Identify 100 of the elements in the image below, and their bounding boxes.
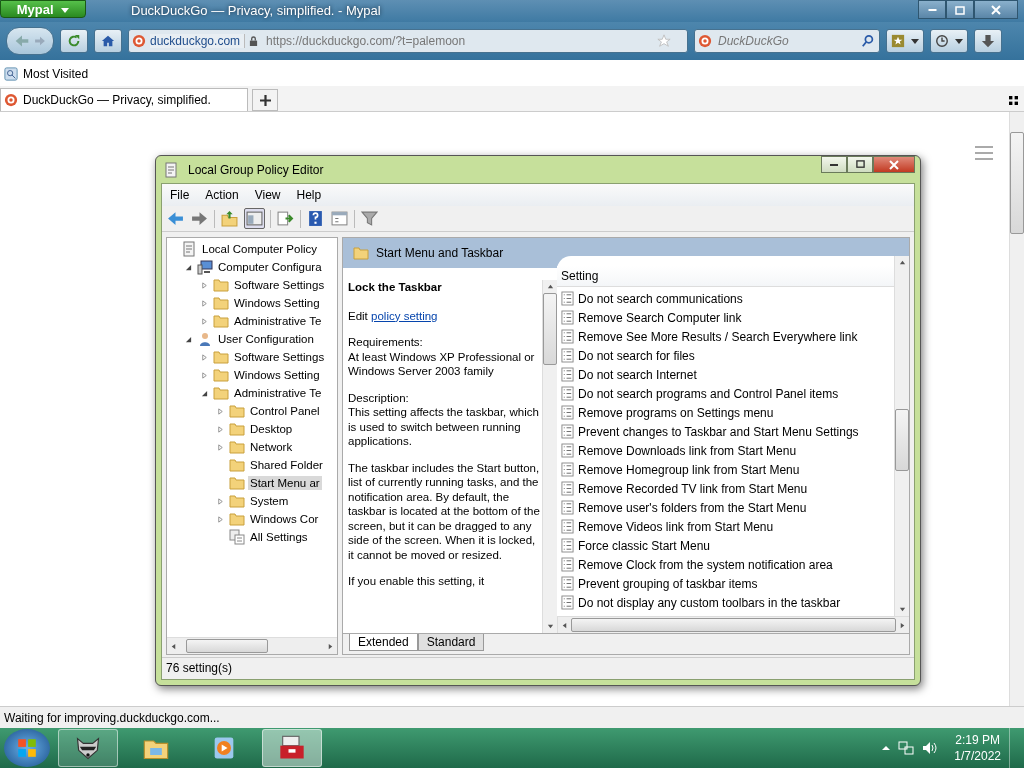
expand-arrow-icon[interactable]: [217, 425, 224, 433]
expand-arrow-icon[interactable]: [201, 299, 208, 307]
menu-item[interactable]: Action: [205, 188, 239, 202]
tree-item[interactable]: Local Computer Policy: [200, 242, 320, 256]
scroll-right-arrow-icon[interactable]: [899, 621, 906, 629]
tree-item[interactable]: Administrative Te: [232, 386, 324, 400]
history-button[interactable]: [930, 29, 968, 53]
expand-arrow-icon[interactable]: [217, 515, 224, 523]
setting-item[interactable]: Prevent changes to Taskbar and Start Menu Settings: [578, 424, 859, 439]
setting-item[interactable]: Remove programs on Settings menu: [578, 405, 774, 420]
bookmark-folder[interactable]: Most Visited: [4, 67, 89, 81]
page-scrollbar[interactable]: [1009, 112, 1024, 706]
menu-icon[interactable]: [975, 146, 993, 160]
scroll-right-arrow-icon[interactable]: [327, 642, 334, 650]
setting-item[interactable]: Do not search communications: [578, 291, 743, 306]
setting-item[interactable]: Do not display any custom toolbars in the taskbar: [578, 595, 841, 610]
tree-item[interactable]: Computer Configura: [216, 260, 324, 274]
tree-item[interactable]: Control Panel: [248, 404, 322, 418]
scroll-left-arrow-icon[interactable]: [561, 621, 568, 629]
grid-icon[interactable]: [1009, 96, 1018, 105]
tree-item[interactable]: Windows Cor: [248, 512, 321, 526]
new-tab-button[interactable]: [252, 89, 278, 111]
tree-item[interactable]: Start Menu ar: [248, 476, 322, 490]
policy-setting-link[interactable]: policy setting: [371, 309, 438, 322]
download-button[interactable]: [974, 29, 1002, 53]
scroll-down-arrow-icon[interactable]: [898, 606, 906, 613]
collapse-arrow-icon[interactable]: [185, 263, 192, 271]
setting-item[interactable]: Remove Search Computer link: [578, 310, 742, 325]
network-icon[interactable]: [898, 740, 915, 756]
expand-arrow-icon[interactable]: [201, 371, 208, 379]
expand-arrow-icon[interactable]: [217, 497, 224, 505]
start-button[interactable]: [4, 729, 50, 767]
tree-item[interactable]: Desktop: [248, 422, 295, 436]
search-icon[interactable]: [861, 34, 875, 48]
column-header[interactable]: Setting: [557, 266, 894, 287]
maximize-button[interactable]: [847, 156, 873, 173]
scroll-down-arrow-icon[interactable]: [546, 623, 554, 630]
search-bar[interactable]: DuckDuckGo: [694, 29, 880, 53]
setting-item[interactable]: Do not search programs and Control Panel items: [578, 386, 839, 401]
home-button[interactable]: [94, 29, 122, 53]
view-tab[interactable]: Extended: [349, 634, 418, 651]
tree-item[interactable]: Shared Folder: [248, 458, 325, 472]
menu-item[interactable]: Help: [296, 188, 322, 202]
expand-arrow-icon[interactable]: [201, 317, 208, 325]
minimize-button[interactable]: [821, 156, 847, 173]
tree-item[interactable]: Software Settings: [232, 350, 327, 364]
scroll-left-arrow-icon[interactable]: [170, 642, 177, 650]
folder-up-icon[interactable]: [220, 209, 239, 228]
tree-item[interactable]: Software Settings: [232, 278, 327, 292]
setting-item[interactable]: Remove See More Results / Search Everywhere link: [578, 329, 858, 344]
horizontal-scrollbar[interactable]: [557, 616, 909, 633]
reload-button[interactable]: [60, 29, 88, 53]
horizontal-scrollbar[interactable]: [167, 637, 337, 654]
help-icon[interactable]: [306, 209, 325, 228]
tree-item[interactable]: System: [248, 494, 291, 508]
menu-item[interactable]: View: [254, 188, 281, 202]
url-text[interactable]: https://duckduckgo.com/?t=palemoon: [266, 34, 653, 48]
properties-icon[interactable]: [330, 209, 349, 228]
scroll-up-arrow-icon[interactable]: [898, 259, 906, 266]
search-field[interactable]: DuckDuckGo: [716, 33, 857, 49]
setting-item[interactable]: Force classic Start Menu: [578, 538, 711, 553]
setting-item[interactable]: Do not search Internet: [578, 367, 697, 382]
setting-item[interactable]: Remove Recorded TV link from Start Menu: [578, 481, 808, 496]
bookmark-label[interactable]: Most Visited: [23, 67, 89, 81]
tree-item[interactable]: User Configuration: [216, 332, 316, 346]
minimize-button[interactable]: [918, 0, 946, 19]
vertical-scrollbar[interactable]: [542, 280, 557, 633]
back-arrow-icon[interactable]: [166, 209, 185, 228]
site-identity[interactable]: duckduckgo.com: [150, 34, 246, 48]
expand-arrow-icon[interactable]: [201, 281, 208, 289]
volume-icon[interactable]: [922, 740, 939, 756]
expand-arrow-icon[interactable]: [217, 407, 224, 415]
tree-item[interactable]: Network: [248, 440, 295, 454]
vertical-scrollbar[interactable]: [894, 256, 909, 616]
taskbar-app-button[interactable]: [262, 729, 322, 767]
tree-item[interactable]: All Settings: [248, 530, 310, 544]
tree-item[interactable]: Windows Setting: [232, 296, 322, 310]
close-button[interactable]: [873, 156, 915, 173]
taskbar-app-button[interactable]: [58, 729, 118, 767]
view-tab[interactable]: Standard: [417, 634, 485, 651]
tree-item[interactable]: Administrative Te: [232, 314, 324, 328]
expand-arrow-icon[interactable]: [201, 353, 208, 361]
maximize-button[interactable]: [946, 0, 974, 19]
clock[interactable]: 2:19 PM 1/7/2022: [954, 732, 1001, 764]
console-tree-icon[interactable]: [244, 208, 265, 229]
close-button[interactable]: [974, 0, 1018, 19]
scroll-thumb[interactable]: [895, 409, 909, 471]
scroll-up-arrow-icon[interactable]: [546, 283, 554, 290]
star-icon[interactable]: [657, 34, 671, 48]
scroll-thumb[interactable]: [543, 293, 557, 365]
bookmarks-button[interactable]: [886, 29, 924, 53]
filter-icon[interactable]: [360, 209, 379, 228]
browser-tab[interactable]: DuckDuckGo — Privacy, simplified.: [0, 88, 248, 111]
setting-item[interactable]: Remove user's folders from the Start Menu: [578, 500, 807, 515]
setting-item[interactable]: Prevent grouping of taskbar items: [578, 576, 758, 591]
tree-item[interactable]: Windows Setting: [232, 368, 322, 382]
setting-item[interactable]: Remove Downloads link from Start Menu: [578, 443, 797, 458]
setting-item[interactable]: Remove Videos link from Start Menu: [578, 519, 774, 534]
setting-item[interactable]: Remove Homegroup link from Start Menu: [578, 462, 800, 477]
collapse-arrow-icon[interactable]: [201, 389, 208, 397]
